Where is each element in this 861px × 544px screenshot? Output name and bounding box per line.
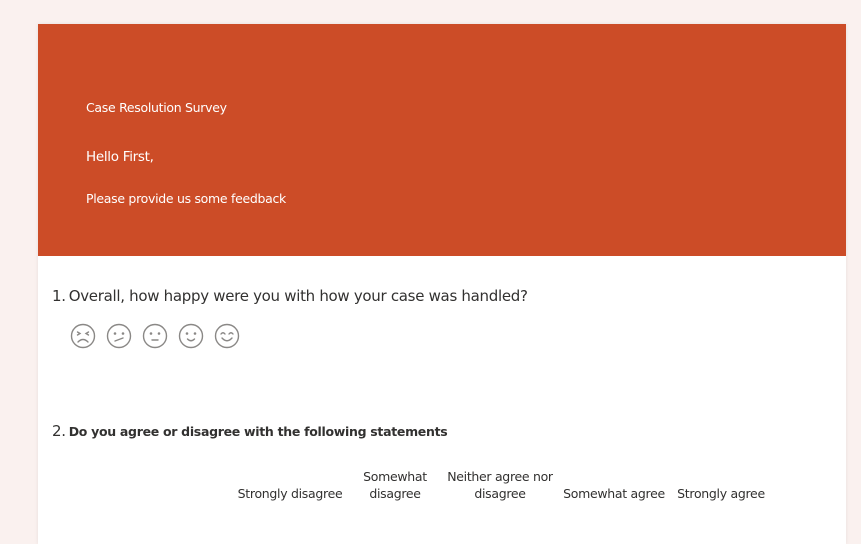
very-happy-face-icon [214, 323, 240, 349]
smiley-rating [70, 323, 240, 349]
question-1: 1. Overall, how happy were you with how y… [52, 287, 528, 305]
likert-header-somewhat-disagree: Somewhat disagree [363, 469, 427, 501]
greeting-text: Hello First, [86, 149, 154, 165]
neutral-face-icon [142, 323, 168, 349]
survey-card: Case Resolution Survey Hello First, Plea… [38, 24, 846, 544]
question-2: 2. Do you agree or disagree with the foll… [52, 421, 448, 440]
likert-header-somewhat-agree: Somewhat agree [563, 486, 665, 501]
unhappy-face-icon [106, 323, 132, 349]
likert-header-strongly-disagree: Strongly disagree [237, 486, 343, 501]
happy-face-icon [178, 323, 204, 349]
likert-header-neutral: Neither agree nor disagree [447, 469, 553, 501]
survey-title: Case Resolution Survey [86, 100, 227, 115]
question-text: Do you agree or disagree with the follow… [68, 424, 448, 439]
rating-option-neutral[interactable] [142, 323, 168, 349]
rating-option-happy[interactable] [178, 323, 204, 349]
very-unhappy-face-icon [70, 323, 96, 349]
likert-header-strongly-agree: Strongly agree [677, 486, 765, 501]
rating-option-unhappy[interactable] [106, 323, 132, 349]
subtitle-text: Please provide us some feedback [86, 191, 286, 206]
question-text: Overall, how happy were you with how you… [68, 287, 528, 305]
rating-option-very-unhappy[interactable] [70, 323, 96, 349]
survey-header: Case Resolution Survey Hello First, Plea… [38, 24, 846, 256]
question-number: 2. [52, 422, 66, 440]
likert-column-headers: Strongly disagree Somewhat disagree Neit… [230, 468, 774, 502]
question-number: 1. [52, 287, 66, 305]
rating-option-very-happy[interactable] [214, 323, 240, 349]
